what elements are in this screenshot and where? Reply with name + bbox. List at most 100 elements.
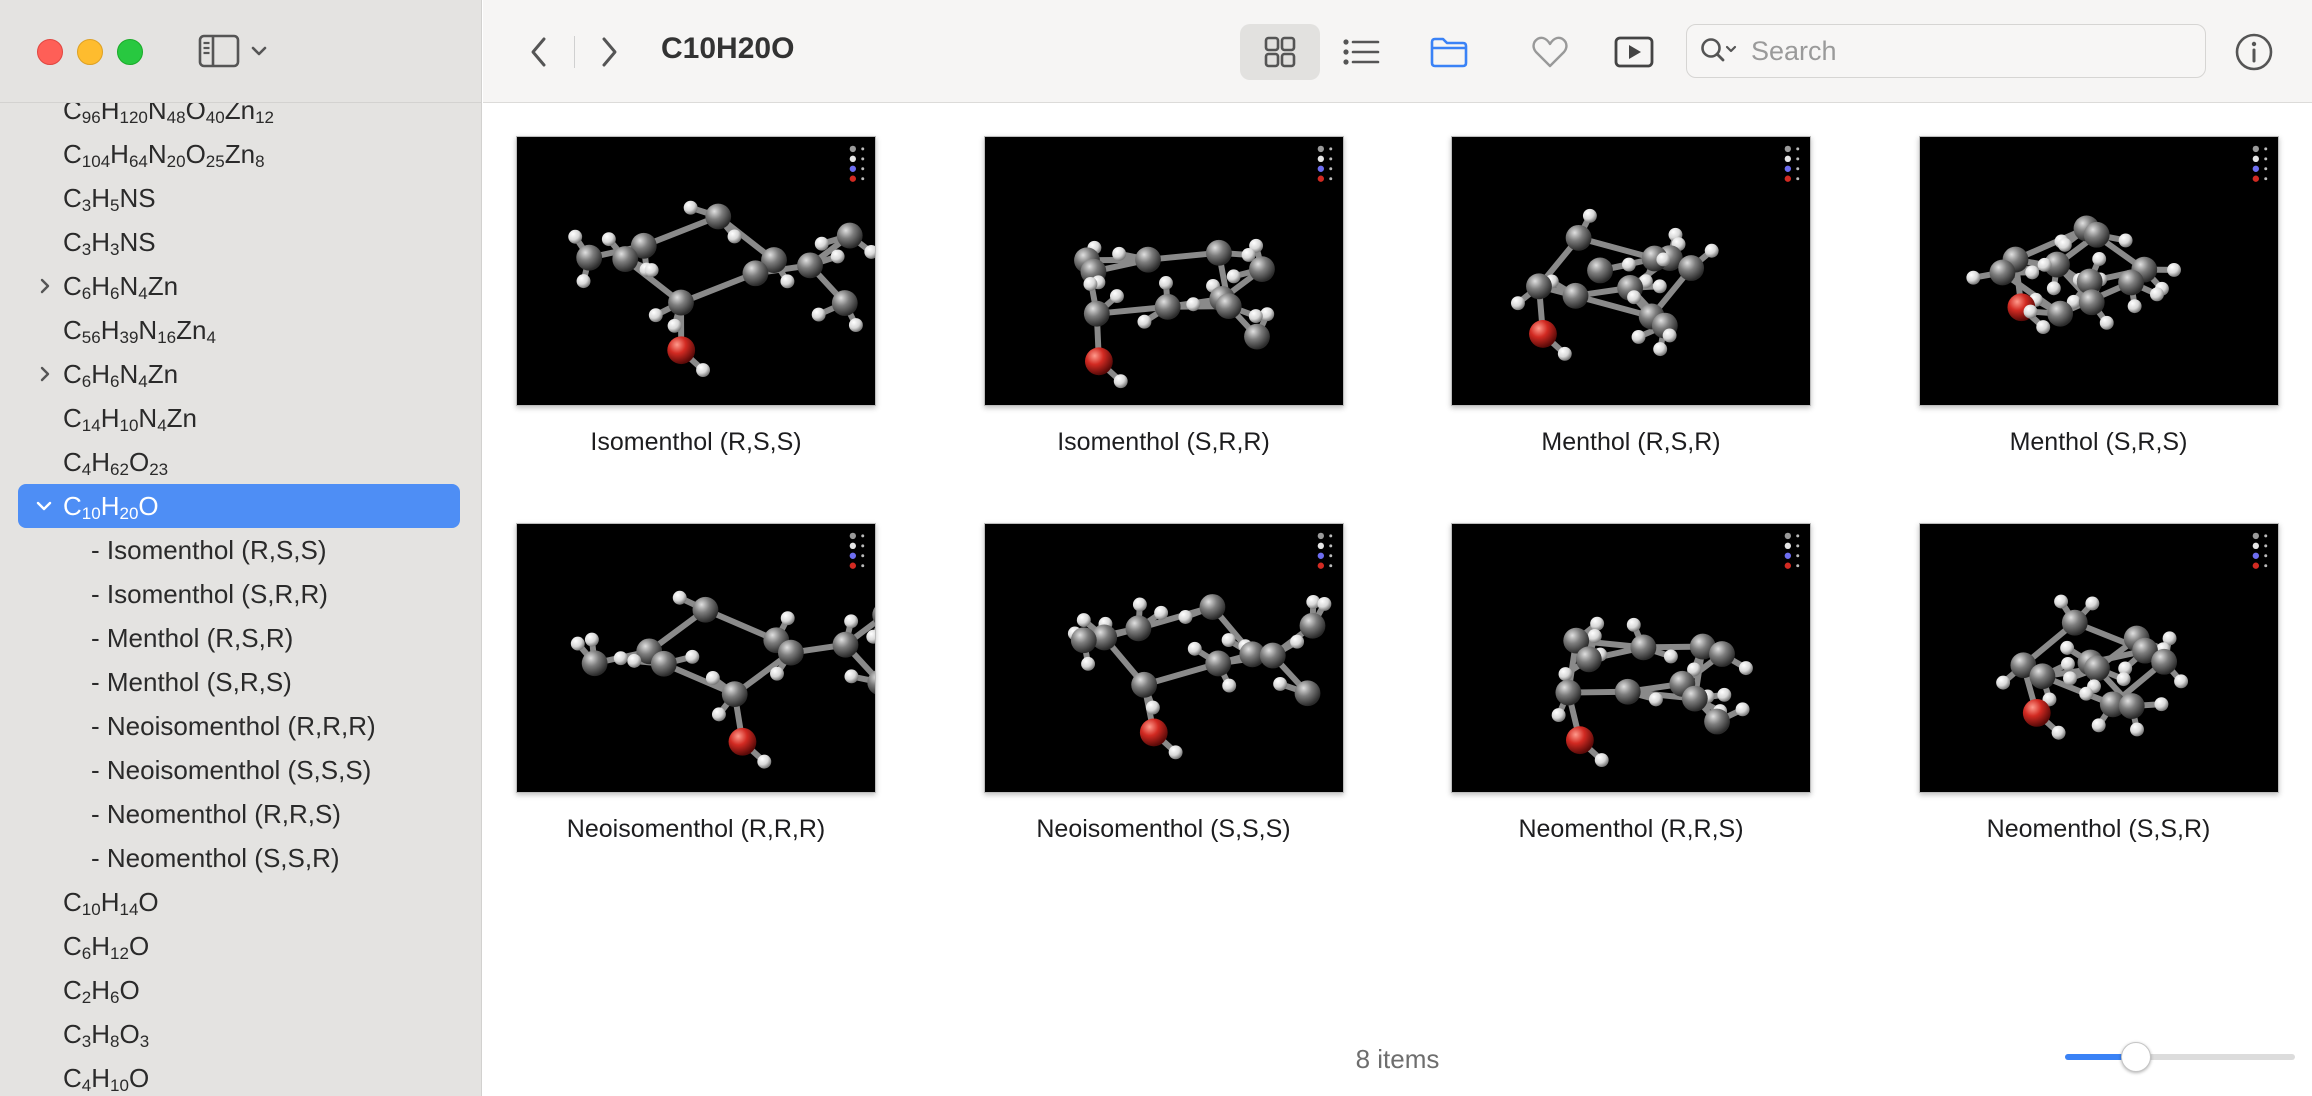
sidebar-item[interactable]: C14H10N4Zn: [0, 396, 481, 440]
sidebar-item[interactable]: C4H10O: [0, 1056, 481, 1096]
toolbar: C10H20O: [483, 0, 2312, 103]
sidebar-child-item[interactable]: - Menthol (R,S,R): [0, 616, 481, 660]
thumbnail-tile[interactable]: Neoisomenthol (R,R,R): [516, 523, 876, 844]
sidebar-child-item[interactable]: - Isomenthol (S,R,R): [0, 572, 481, 616]
sidebar-item[interactable]: C2H6O: [0, 968, 481, 1012]
folder-icon: [1430, 37, 1468, 68]
sidebar-list: C96H120N48O40Zn12 C104H64N20O25Zn8 C3H5NS C…: [0, 88, 481, 1096]
sidebar-item[interactable]: C4H62O23: [0, 440, 481, 484]
chevron-right-icon: [602, 37, 617, 67]
molecule-image: [1073, 145, 1332, 389]
thumbnail-caption: Menthol (S,R,S): [2009, 428, 2188, 456]
minimize-window-button[interactable]: [77, 39, 103, 65]
nav-divider: [574, 36, 575, 68]
sidebar-child-item[interactable]: - Neomenthol (R,R,S): [0, 792, 481, 836]
molecule-thumbnail[interactable]: [516, 523, 876, 793]
sidebar-item-label: C3H3NS: [63, 226, 156, 259]
grid-icon: [1264, 36, 1296, 68]
search-field[interactable]: [1686, 24, 2206, 78]
disclosure-open-icon[interactable]: [35, 497, 53, 515]
molecule-image: [1067, 532, 1332, 760]
sidebar-child-item[interactable]: - Neomenthol (S,S,R): [0, 836, 481, 880]
sidebar-item-label: - Neomenthol (R,R,S): [91, 798, 341, 829]
thumbnail-tile[interactable]: Neomenthol (R,R,S): [1451, 523, 1811, 844]
zoom-window-button[interactable]: [117, 39, 143, 65]
search-icon: [1701, 38, 1737, 62]
sidebar-item-label: C6H12O: [63, 930, 150, 963]
sidebar-item[interactable]: C6H12O: [0, 924, 481, 968]
grid-view-button[interactable]: [1240, 24, 1320, 80]
zoom-slider-knob[interactable]: [2120, 1042, 2151, 1072]
chevron-left-icon: [531, 37, 546, 67]
thumbnail-tile[interactable]: Isomenthol (S,R,R): [983, 136, 1344, 457]
molecule-image: [1551, 532, 1800, 767]
molecule-thumbnail[interactable]: [1451, 523, 1811, 793]
sidebar-item-label: C6H6N4Zn: [63, 358, 179, 391]
sidebar-child-item[interactable]: - Neoisomenthol (S,S,S): [0, 748, 481, 792]
window-title: C10H20O: [661, 32, 795, 65]
sidebar-child-item[interactable]: - Neoisomenthol (R,R,R): [0, 704, 481, 748]
sidebar-item[interactable]: C56H39N16Zn4: [0, 308, 481, 352]
sidebar-item-label: - Isomenthol (R,S,S): [91, 534, 327, 565]
forward-button[interactable]: [587, 30, 631, 74]
sidebar-item[interactable]: C3H5NS: [0, 176, 481, 220]
list-view-button[interactable]: [1321, 24, 1401, 80]
sidebar-header: [0, 0, 481, 103]
sidebar-item-label: C104H64N20O25Zn8: [63, 138, 265, 171]
list-icon: [1343, 39, 1380, 65]
sidebar-item[interactable]: C6H6N4Zn: [0, 352, 481, 396]
molecule-image: [1965, 145, 2267, 335]
molecule-image: [1995, 532, 2267, 740]
thumbnail-caption: Menthol (R,S,R): [1541, 428, 1721, 456]
sidebar-child-item[interactable]: - Isomenthol (R,S,S): [0, 528, 481, 572]
molecule-thumbnail[interactable]: [1918, 523, 2279, 793]
molecule-image: [568, 145, 875, 378]
molecule-thumbnail[interactable]: [983, 136, 1344, 406]
sidebar-item-label: - Neoisomenthol (R,R,R): [91, 710, 376, 741]
sidebar-item-label: C14H10N4Zn: [63, 402, 197, 435]
favorite-button[interactable]: [1510, 24, 1590, 80]
sidebar-item[interactable]: C10H14O: [0, 880, 481, 924]
disclosure-closed-icon[interactable]: [36, 277, 54, 295]
thumbnail-tile[interactable]: Isomenthol (R,S,S): [516, 136, 876, 457]
sidebar: C96H120N48O40Zn12 C104H64N20O25Zn8 C3H5NS C…: [0, 0, 482, 1096]
back-button[interactable]: [517, 30, 561, 74]
thumbnail-tile[interactable]: Menthol (S,R,S): [1918, 136, 2279, 457]
content-area: Isomenthol (R,S,S) Isomenthol (S,R,R) Ment…: [483, 104, 2312, 1096]
sidebar-item[interactable]: C3H8O3: [0, 1012, 481, 1056]
molecule-thumbnail[interactable]: [1918, 136, 2279, 406]
molecule-thumbnail[interactable]: [983, 523, 1344, 793]
sidebar-child-item[interactable]: - Menthol (S,R,S): [0, 660, 481, 704]
molecule-image: [570, 532, 875, 769]
molecule-thumbnail[interactable]: [516, 136, 876, 406]
molecule-thumbnail[interactable]: [1451, 136, 1811, 406]
thumbnail-caption: Isomenthol (R,S,S): [590, 428, 802, 456]
disclosure-closed-icon[interactable]: [36, 365, 54, 383]
sidebar-item-label: C10H14O: [63, 886, 159, 919]
sidebar-item-label: C4H10O: [63, 1062, 150, 1095]
sidebar-toggle-button[interactable]: [198, 34, 270, 68]
close-window-button[interactable]: [37, 39, 63, 65]
sidebar-item[interactable]: C3H3NS: [0, 220, 481, 264]
search-input[interactable]: [1751, 35, 2171, 67]
thumbnail-tile[interactable]: Neoisomenthol (S,S,S): [983, 523, 1344, 844]
sidebar-item-label: C3H5NS: [63, 182, 156, 215]
item-count: 8 items: [1355, 1044, 1440, 1074]
sidebar-item-label: - Menthol (S,R,S): [91, 666, 292, 697]
molecule-image: [1510, 145, 1800, 361]
sidebar-item[interactable]: C104H64N20O25Zn8: [0, 132, 481, 176]
sidebar-item[interactable]: C10H20O: [18, 484, 460, 528]
slideshow-button[interactable]: [1594, 24, 1674, 80]
thumbnail-caption: Neoisomenthol (R,R,R): [566, 815, 826, 843]
sidebar-item[interactable]: C6H6N4Zn: [0, 264, 481, 308]
info-button[interactable]: [2224, 24, 2284, 80]
thumbnail-tile[interactable]: Neomenthol (S,S,R): [1918, 523, 2279, 844]
zoom-slider[interactable]: [2065, 1042, 2295, 1072]
info-icon: [2235, 33, 2273, 71]
thumbnail-caption: Neoisomenthol (S,S,S): [1036, 815, 1291, 843]
sidebar-item-label: - Neomenthol (S,S,R): [91, 842, 340, 873]
sidebar-item-label: C6H6N4Zn: [63, 270, 179, 303]
thumbnail-tile[interactable]: Menthol (R,S,R): [1451, 136, 1811, 457]
play-icon: [1614, 36, 1654, 68]
folder-button[interactable]: [1409, 24, 1489, 80]
